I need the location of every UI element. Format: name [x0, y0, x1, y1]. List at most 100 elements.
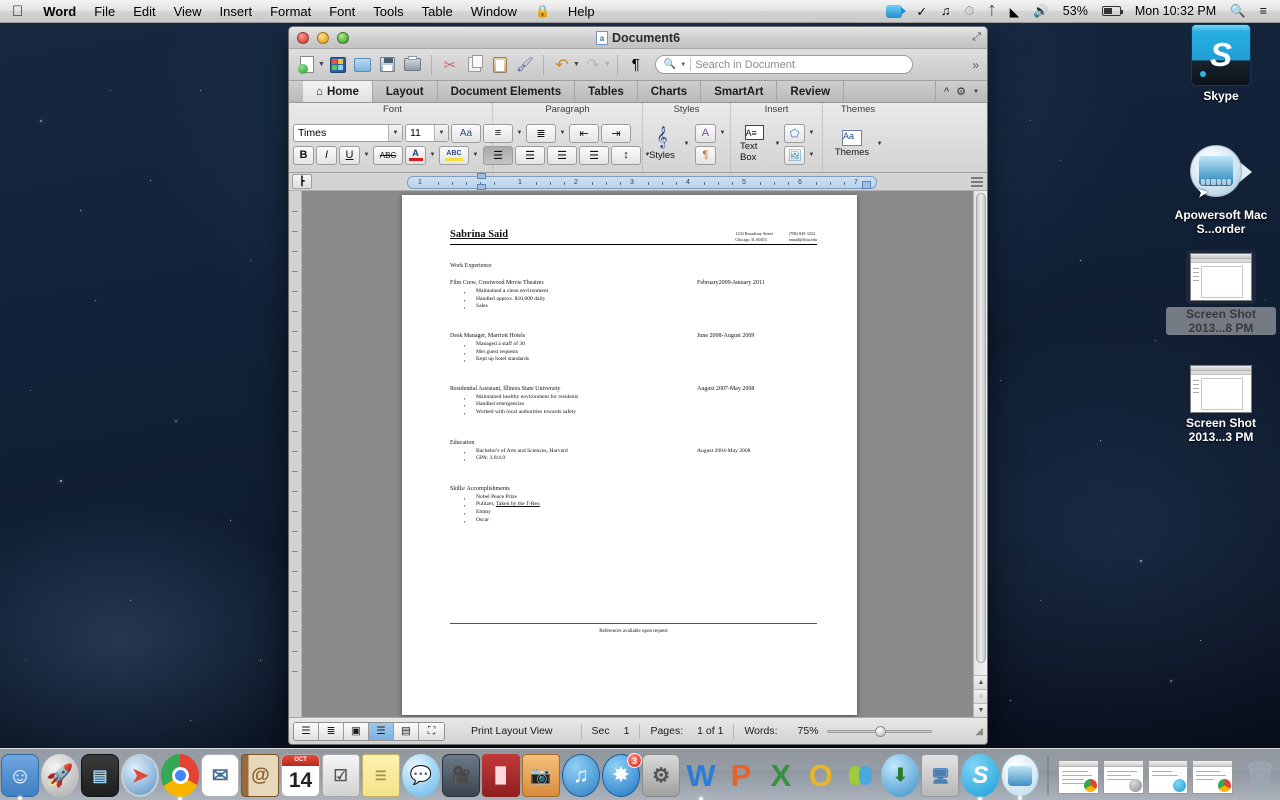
ribbon-settings-caret-icon[interactable]: ▼	[973, 89, 979, 95]
increase-indent-button[interactable]: ⇥	[601, 124, 631, 143]
font-name-caret-icon[interactable]: ▼	[388, 125, 402, 141]
font-color-button[interactable]: A	[405, 146, 426, 165]
text-box-button[interactable]: A≡ Text Box	[737, 125, 771, 163]
copy-button[interactable]	[463, 53, 487, 77]
cut-button[interactable]: ✂	[438, 53, 462, 77]
strikethrough-button[interactable]: ABC	[373, 146, 403, 165]
dock-mail-icon[interactable]: ✉	[201, 754, 239, 797]
dock-trash-icon[interactable]: 🗑	[1241, 754, 1279, 797]
word-application-window[interactable]: a Document6 ⤢ ▼ ✂ 🖌 ↶ ▼ ↷ ▼ ¶ 🔍 ▼ Search…	[288, 26, 988, 745]
dock-contacts-icon[interactable]: @	[241, 754, 279, 797]
dock-remote-desktop-icon[interactable]: 🖥	[921, 754, 959, 797]
dock-launchpad-icon[interactable]: 🚀	[41, 754, 79, 797]
minimized-window-preferences[interactable]	[1103, 760, 1144, 794]
screen-recorder-icon[interactable]	[879, 0, 909, 22]
dock-mission-control-icon[interactable]: ▤	[81, 754, 119, 797]
scroll-down-icon[interactable]: ▼	[974, 703, 987, 717]
menu-help[interactable]: Help	[559, 0, 604, 22]
view-focus-button[interactable]: ⛶	[419, 723, 444, 740]
italic-button[interactable]: I	[316, 146, 337, 165]
view-outline-button[interactable]: ≣	[319, 723, 344, 740]
font-color-caret-icon[interactable]: ▼	[428, 152, 437, 158]
resize-grip-icon[interactable]: ◢	[975, 726, 983, 737]
numbered-list-button[interactable]: ≣	[526, 124, 556, 143]
tab-layout[interactable]: Layout	[373, 81, 438, 102]
audio-waveform-icon[interactable]: ♫	[934, 0, 957, 22]
underline-button[interactable]: U	[339, 146, 360, 165]
desktop-icon-screenshot-1[interactable]: Screen Shot 2013...8 PM	[1166, 250, 1276, 337]
bluetooth-icon[interactable]: ᛏ	[981, 0, 1003, 22]
picture-button[interactable]: 🖼	[784, 146, 805, 165]
paste-button[interactable]	[488, 53, 512, 77]
battery-icon[interactable]	[1095, 0, 1128, 22]
styles-pane-button[interactable]: ¶	[695, 146, 716, 165]
themes-caret-icon[interactable]: ▼	[875, 141, 884, 147]
desktop-icon-apowersoft[interactable]: ➤ Apowersoft Mac S...order	[1166, 145, 1276, 236]
document-canvas[interactable]: Sabrina Said 1234 Broadway Street Chicag…	[302, 191, 973, 717]
menu-window[interactable]: Window	[462, 0, 526, 22]
minimized-window-chrome[interactable]	[1058, 760, 1099, 794]
volume-icon[interactable]: 🔊	[1026, 0, 1056, 22]
dock-download-icon[interactable]: ⬇	[881, 754, 919, 797]
zoom-slider-thumb[interactable]	[875, 726, 886, 737]
align-center-button[interactable]: ☰	[515, 146, 545, 165]
themes-button[interactable]: Aa Themes	[832, 130, 872, 158]
dock-powerpoint-icon[interactable]: P	[722, 754, 760, 797]
underline-caret-icon[interactable]: ▼	[362, 152, 371, 158]
right-indent-marker[interactable]	[862, 181, 871, 189]
undo-button[interactable]: ↶	[550, 53, 574, 77]
font-size-select[interactable]: 11 ▼	[405, 124, 449, 142]
format-painter-button[interactable]: 🖌	[513, 53, 537, 77]
scrollbar-thumb[interactable]	[976, 193, 986, 663]
indent-marker-top[interactable]	[477, 173, 486, 179]
menu-insert[interactable]: Insert	[211, 0, 262, 22]
highlight-button[interactable]: ABC	[439, 146, 469, 165]
ruler-options-icon[interactable]	[971, 176, 983, 188]
shapes-caret-icon[interactable]: ▼	[807, 130, 816, 136]
tab-home[interactable]: ⌂ Home	[303, 81, 373, 102]
align-right-button[interactable]: ☰	[547, 146, 577, 165]
dock-messenger-icon[interactable]	[842, 754, 880, 797]
text-styles-caret-icon[interactable]: ▼	[718, 130, 727, 136]
view-print-layout-button[interactable]: ☰	[369, 723, 394, 740]
dock-photo-booth-icon[interactable]: █	[482, 754, 520, 797]
window-titlebar[interactable]: a Document6 ⤢	[289, 27, 987, 49]
styles-caret-icon[interactable]: ▼	[682, 141, 691, 147]
notification-center-icon[interactable]: ≡	[1253, 0, 1274, 22]
shapes-button[interactable]: ⬠	[784, 124, 805, 143]
dock-word-icon[interactable]: W	[682, 754, 720, 797]
dock-notes-icon[interactable]: ☰	[362, 754, 400, 797]
line-spacing-button[interactable]: ↕	[611, 146, 641, 165]
menu-font[interactable]: Font	[320, 0, 364, 22]
view-draft-button[interactable]: ☰	[294, 723, 319, 740]
scroll-up-icon[interactable]: ▲	[974, 675, 987, 689]
dock-excel-icon[interactable]: X	[762, 754, 800, 797]
dock-system-preferences-icon[interactable]: ⚙	[642, 754, 680, 797]
dock-reminders-icon[interactable]: ☑	[322, 754, 360, 797]
menu-view[interactable]: View	[165, 0, 211, 22]
menu-format[interactable]: Format	[261, 0, 320, 22]
new-document-button[interactable]	[295, 53, 319, 77]
text-box-caret-icon[interactable]: ▼	[774, 141, 781, 147]
bulleted-list-button[interactable]: ≡	[483, 124, 513, 143]
desktop-icon-screenshot-2[interactable]: Screen Shot 2013...3 PM	[1166, 365, 1276, 444]
tab-document-elements[interactable]: Document Elements	[438, 81, 576, 102]
ribbon-settings-icon[interactable]: ⚙	[956, 85, 966, 98]
fullscreen-icon[interactable]: ⤢	[972, 31, 981, 44]
dock-apowersoft-icon[interactable]	[1001, 754, 1039, 797]
text-styles-button[interactable]: A	[695, 124, 716, 143]
desktop-icon-skype[interactable]: S Skype	[1166, 24, 1276, 103]
dock-calendar-icon[interactable]: OCT 14	[281, 754, 319, 797]
zoom-slider[interactable]	[827, 726, 932, 736]
scroll-page-icon[interactable]: ○	[974, 689, 987, 703]
search-caret-icon[interactable]: ▼	[680, 62, 686, 68]
undo-caret-icon[interactable]: ▼	[573, 61, 580, 68]
menu-clock[interactable]: Mon 10:32 PM	[1128, 0, 1223, 22]
numbered-list-caret-icon[interactable]: ▼	[558, 130, 567, 136]
tab-review[interactable]: Review	[777, 81, 844, 102]
tab-stop-selector[interactable]: ┣	[292, 174, 312, 189]
scroll-arrows[interactable]: ▲ ○ ▼	[974, 675, 987, 717]
print-button[interactable]	[401, 53, 425, 77]
justify-button[interactable]: ☰	[579, 146, 609, 165]
dock-safari-icon[interactable]: ➤	[121, 754, 159, 797]
